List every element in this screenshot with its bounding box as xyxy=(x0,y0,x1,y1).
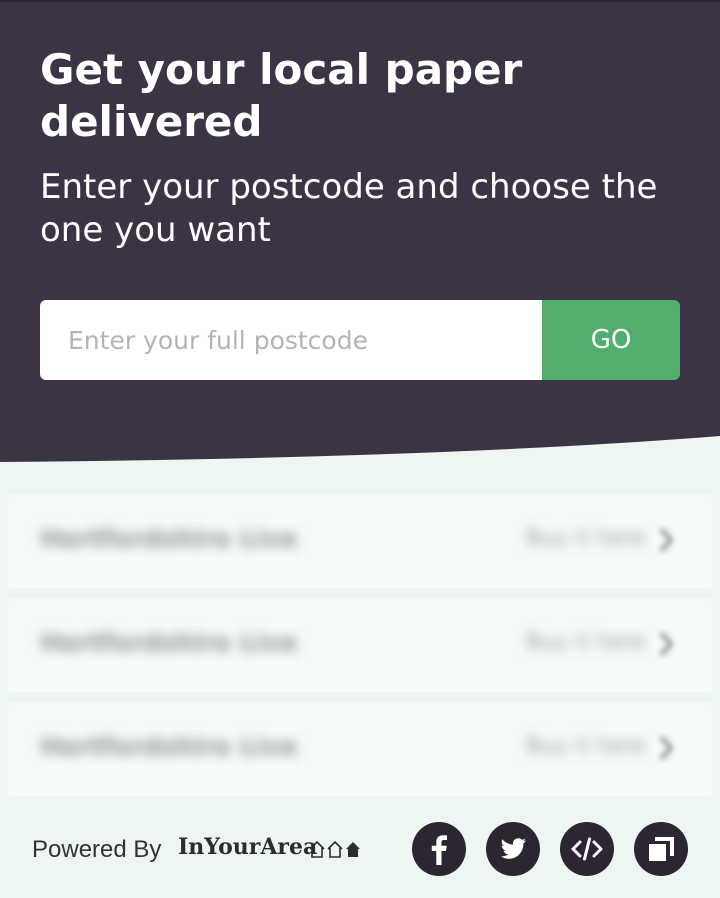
page-subtitle: Enter your postcode and choose the one y… xyxy=(40,167,658,250)
buy-link[interactable]: Buy it here xyxy=(526,734,646,759)
page-title: Get your local paper delivered xyxy=(40,45,523,146)
paper-name: Hertfordshire Live xyxy=(40,524,298,553)
chevron-right-icon xyxy=(659,631,674,657)
header-panel: Get your local paper delivered Enter you… xyxy=(0,0,720,470)
list-item[interactable]: Hertfordshire Live Buy it here xyxy=(8,494,712,588)
top-border xyxy=(0,0,720,2)
paper-name: Hertfordshire Live xyxy=(40,628,298,657)
houses-icon xyxy=(309,840,360,858)
buy-link[interactable]: Buy it here xyxy=(526,526,646,551)
buy-link[interactable]: Buy it here xyxy=(526,630,646,655)
go-button[interactable]: GO xyxy=(542,300,680,380)
results-list: Hertfordshire Live Buy it here Hertfords… xyxy=(0,462,720,802)
list-item[interactable]: Hertfordshire Live Buy it here xyxy=(8,702,712,796)
postcode-search-form: GO xyxy=(40,300,680,380)
paper-name: Hertfordshire Live xyxy=(40,732,298,761)
brand-logo[interactable]: InYourArea xyxy=(178,834,317,860)
chevron-right-icon xyxy=(659,527,674,553)
facebook-icon[interactable] xyxy=(412,822,466,876)
powered-by-label: Powered By xyxy=(32,836,162,863)
embed-code-icon[interactable] xyxy=(560,822,614,876)
list-item[interactable]: Hertfordshire Live Buy it here xyxy=(8,598,712,692)
twitter-icon[interactable] xyxy=(486,822,540,876)
copy-icon[interactable] xyxy=(634,822,688,876)
postcode-input[interactable] xyxy=(40,300,542,380)
chevron-right-icon xyxy=(659,735,674,761)
footer: Powered By InYourArea xyxy=(0,802,720,898)
